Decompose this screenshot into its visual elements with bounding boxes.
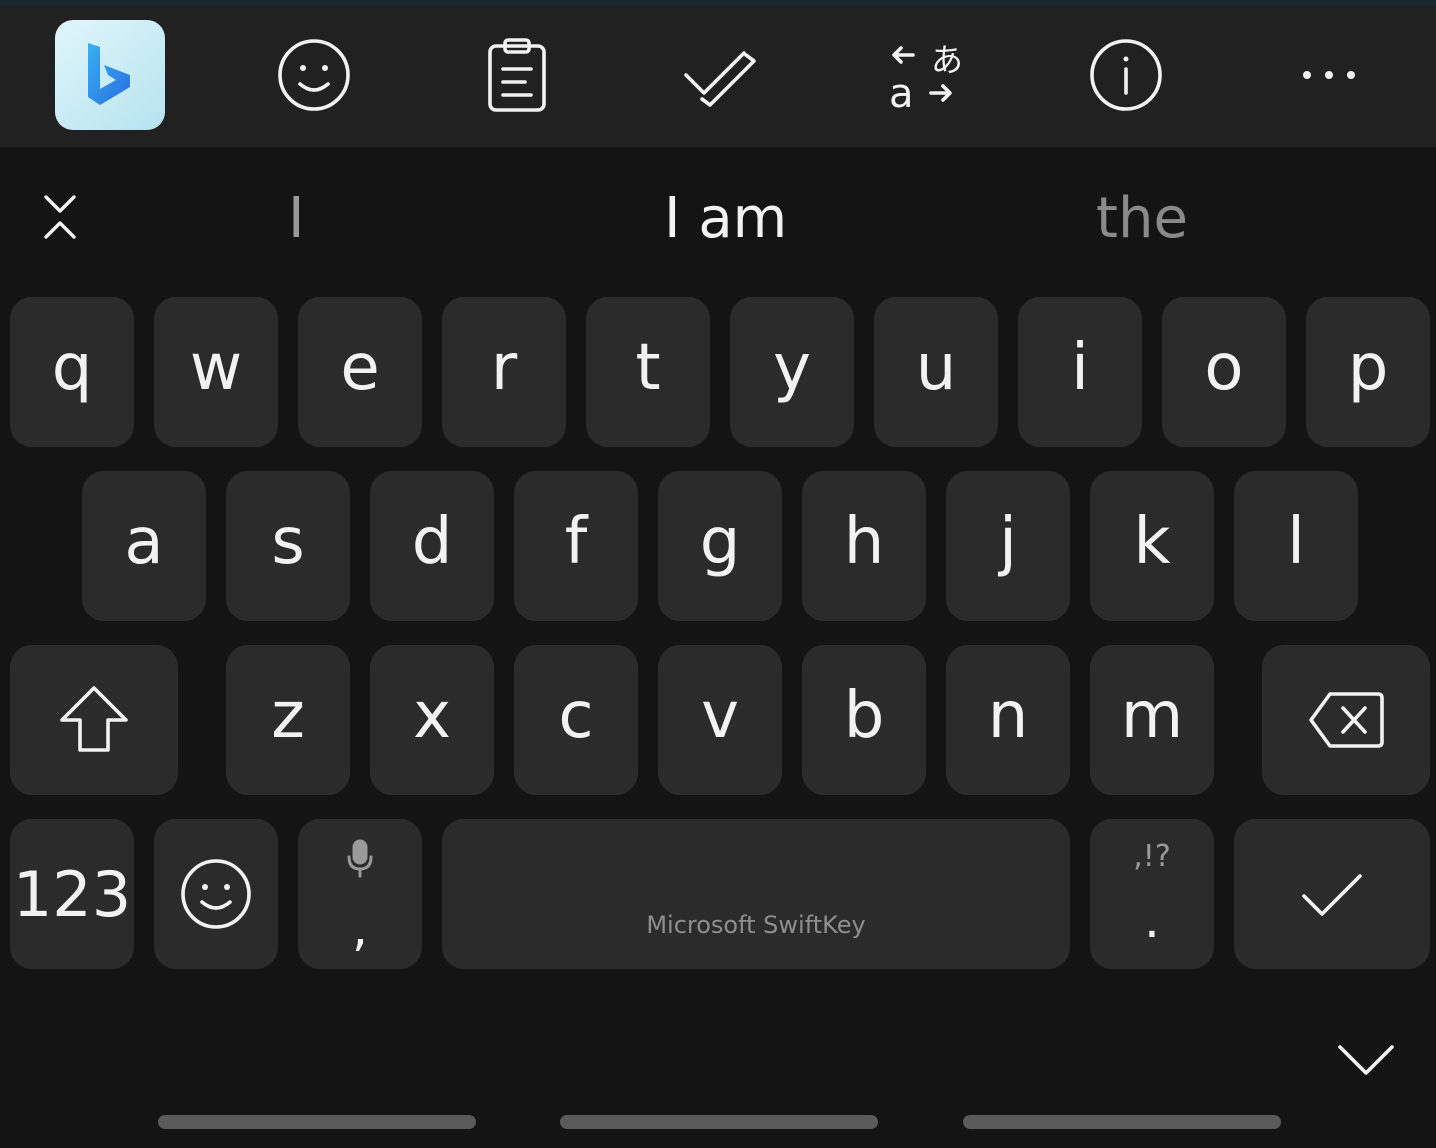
shift-arrow-icon	[60, 686, 128, 752]
bing-icon	[88, 43, 130, 105]
key-label: n	[987, 679, 1029, 753]
enter-key[interactable]	[1234, 819, 1430, 969]
key-q[interactable]: q	[10, 297, 134, 447]
comma-key[interactable]: ,	[298, 819, 422, 969]
space-key-label: Microsoft SwiftKey	[646, 911, 866, 939]
smiley-icon	[278, 39, 350, 111]
key-h[interactable]: h	[802, 471, 926, 621]
key-label: z	[271, 679, 305, 753]
key-label: y	[773, 331, 811, 405]
key-u[interactable]: u	[874, 297, 998, 447]
key-label: l	[1287, 505, 1305, 579]
collapse-toolbar-button[interactable]	[36, 189, 84, 245]
key-s[interactable]: s	[226, 471, 350, 621]
key-d[interactable]: d	[370, 471, 494, 621]
key-y[interactable]: y	[730, 297, 854, 447]
key-label: g	[699, 505, 741, 579]
clipboard-icon	[488, 38, 546, 112]
numbers-key[interactable]: 123	[10, 819, 134, 969]
period-label: .	[1144, 891, 1160, 949]
shift-key[interactable]	[10, 645, 178, 795]
key-label: w	[189, 331, 243, 405]
chevron-down-icon	[1338, 1045, 1394, 1075]
key-i[interactable]: i	[1018, 297, 1142, 447]
editor-button[interactable]	[665, 20, 775, 130]
numbers-key-label: 123	[12, 857, 132, 931]
backspace-key[interactable]	[1262, 645, 1430, 795]
key-n[interactable]: n	[946, 645, 1070, 795]
microphone-icon	[347, 839, 373, 878]
period-key[interactable]: ,!? .	[1090, 819, 1214, 969]
backspace-icon	[1309, 692, 1384, 748]
nav-bar-right[interactable]	[963, 1115, 1281, 1129]
key-j[interactable]: j	[946, 471, 1070, 621]
key-label: x	[413, 679, 451, 753]
key-label: h	[843, 505, 885, 579]
more-icon	[1303, 71, 1355, 79]
key-label: o	[1204, 331, 1244, 405]
key-label: s	[271, 505, 305, 579]
key-m[interactable]: m	[1090, 645, 1214, 795]
key-label: d	[411, 505, 453, 579]
more-button[interactable]	[1274, 20, 1384, 130]
checkmark-icon	[1302, 874, 1362, 916]
key-l[interactable]: l	[1234, 471, 1358, 621]
key-x[interactable]: x	[370, 645, 494, 795]
key-label: i	[1071, 331, 1089, 405]
key-label: b	[843, 679, 885, 753]
key-o[interactable]: o	[1162, 297, 1286, 447]
key-label: a	[124, 505, 164, 579]
key-label: q	[51, 331, 93, 405]
key-label: t	[635, 331, 661, 405]
key-w[interactable]: w	[154, 297, 278, 447]
key-label: r	[490, 331, 518, 405]
nav-bar-center[interactable]	[560, 1115, 878, 1129]
bing-button[interactable]	[55, 20, 165, 130]
sticker-button[interactable]	[259, 20, 369, 130]
key-label: j	[999, 505, 1017, 579]
comma-label: ,	[352, 899, 368, 957]
hide-keyboard-button[interactable]	[1330, 1036, 1402, 1084]
key-f[interactable]: f	[514, 471, 638, 621]
key-e[interactable]: e	[298, 297, 422, 447]
suggestion-bar: I I am the	[0, 147, 1436, 287]
info-icon	[1090, 39, 1162, 111]
key-r[interactable]: r	[442, 297, 566, 447]
translate-icon: あ a	[889, 41, 963, 113]
collapse-icon	[44, 195, 76, 239]
key-label: p	[1347, 331, 1389, 405]
key-v[interactable]: v	[658, 645, 782, 795]
key-label: c	[558, 679, 594, 753]
svg-text:a: a	[889, 71, 914, 113]
key-g[interactable]: g	[658, 471, 782, 621]
key-k[interactable]: k	[1090, 471, 1214, 621]
key-label: v	[701, 679, 739, 753]
clipboard-button[interactable]	[462, 20, 572, 130]
key-label: k	[1133, 505, 1171, 579]
info-button[interactable]	[1071, 20, 1181, 130]
suggestion-right[interactable]: the	[1096, 187, 1188, 251]
key-b[interactable]: b	[802, 645, 926, 795]
key-t[interactable]: t	[586, 297, 710, 447]
key-p[interactable]: p	[1306, 297, 1430, 447]
punctuation-hint: ,!?	[1133, 839, 1171, 874]
space-key[interactable]: Microsoft SwiftKey	[442, 819, 1070, 969]
key-c[interactable]: c	[514, 645, 638, 795]
key-label: m	[1120, 679, 1184, 753]
keyboard-toolbar: あ a	[0, 6, 1436, 147]
checkmark-edit-icon	[684, 51, 756, 107]
suggestion-center[interactable]: I am	[664, 187, 787, 251]
suggestion-left[interactable]: I	[288, 187, 305, 251]
emoji-key[interactable]	[154, 819, 278, 969]
key-label: e	[340, 331, 380, 405]
emoji-icon	[181, 859, 251, 929]
svg-text:あ: あ	[931, 41, 963, 79]
nav-bar-left[interactable]	[158, 1115, 476, 1129]
key-a[interactable]: a	[82, 471, 206, 621]
key-label: f	[564, 505, 588, 579]
translate-button[interactable]: あ a	[868, 20, 978, 130]
key-label: u	[915, 331, 957, 405]
key-z[interactable]: z	[226, 645, 350, 795]
